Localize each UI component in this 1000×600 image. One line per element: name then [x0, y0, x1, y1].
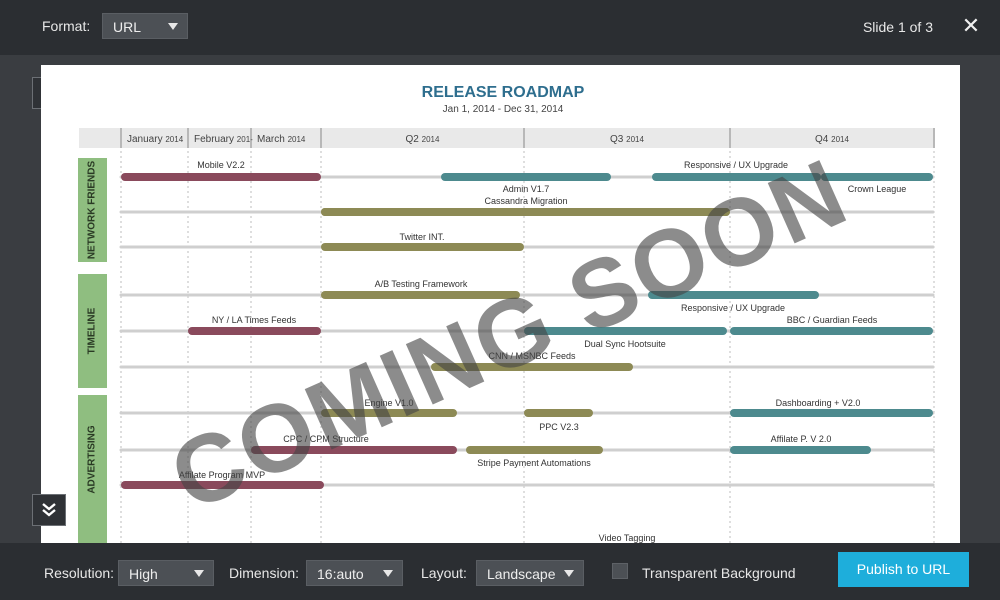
- group-label: NETWORK FRIENDS: [87, 161, 98, 260]
- roadmap-bar-label: BBC / Guardian Feeds: [787, 315, 878, 325]
- resolution-select[interactable]: High: [118, 560, 214, 586]
- double-chevron-down-icon: [42, 503, 56, 517]
- chart-title: RELEASE ROADMAP: [422, 84, 585, 101]
- timeline-column-label: March 2014: [257, 134, 306, 145]
- timeline-column-label: February 201-: [194, 134, 253, 145]
- dimension-value: 16:auto: [317, 566, 364, 582]
- slide-counter: Slide 1 of 3: [862, 19, 933, 35]
- chart-subtitle: Jan 1, 2014 - Dec 31, 2014: [443, 104, 564, 115]
- chevron-down-icon: [383, 570, 393, 577]
- format-value: URL: [113, 19, 142, 35]
- transparent-background-label: Transparent Background: [642, 565, 796, 581]
- resolution-label: Resolution:: [44, 565, 115, 581]
- dimension-select[interactable]: 16:auto: [306, 560, 403, 586]
- release-roadmap-chart: RELEASE ROADMAP Jan 1, 2014 - Dec 31, 201…: [78, 84, 935, 543]
- format-label: Format:: [42, 18, 91, 34]
- roadmap-bar-label: Affilate P. V 2.0: [771, 434, 832, 444]
- timeline-column-label: January 2014: [127, 134, 184, 145]
- roadmap-bar-label: Dashboarding + V2.0: [776, 398, 861, 408]
- roadmap-bar-label: Video Tagging: [599, 533, 656, 543]
- roadmap-bar-label: Cassandra Migration: [484, 196, 567, 206]
- group-label: ADVERTISING: [87, 425, 98, 494]
- slide-preview: RELEASE ROADMAP Jan 1, 2014 - Dec 31, 201…: [41, 65, 960, 543]
- chevron-down-icon: [564, 570, 574, 577]
- close-icon[interactable]: ✕: [960, 14, 982, 38]
- roadmap-bar-label: Mobile V2.2: [197, 160, 245, 170]
- chevron-down-icon: [194, 570, 204, 577]
- publish-to-url-button[interactable]: Publish to URL: [838, 552, 969, 587]
- roadmap-bar-label: Admin V1.7: [503, 184, 550, 194]
- roadmap-bar-label: PPC V2.3: [539, 422, 579, 432]
- format-select[interactable]: URL: [102, 13, 188, 39]
- resolution-value: High: [129, 566, 158, 582]
- transparent-background-checkbox[interactable]: [612, 563, 628, 579]
- next-slide-button[interactable]: [32, 494, 66, 526]
- roadmap-bar-label: Twitter INT.: [399, 232, 444, 242]
- timeline-column-label: Q2 2014: [406, 134, 440, 145]
- dimension-label: Dimension:: [229, 565, 300, 581]
- roadmap-bar-label: NY / LA Times Feeds: [212, 315, 297, 325]
- layout-label: Layout:: [421, 565, 467, 581]
- roadmap-bar-label: Stripe Payment Automations: [477, 458, 591, 468]
- roadmap-bar-label: A/B Testing Framework: [375, 279, 468, 289]
- export-toolbar: Format: URL Slide 1 of 3 ✕: [0, 0, 1000, 55]
- group-label-block: [78, 514, 107, 543]
- chevron-down-icon: [168, 23, 178, 30]
- timeline-column-label: Q3 2014: [610, 134, 644, 145]
- layout-select[interactable]: Landscape: [476, 560, 584, 586]
- roadmap-bar-label: Crown League: [848, 184, 907, 194]
- layout-value: Landscape: [487, 566, 556, 582]
- group-label: TIMELINE: [87, 307, 98, 354]
